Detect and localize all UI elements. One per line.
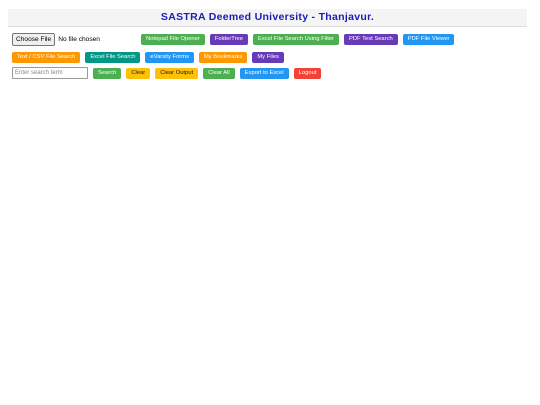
evarsity-forms-button[interactable]: eVarsity Forms <box>145 52 194 63</box>
logout-button[interactable]: Logout <box>293 67 322 79</box>
clear-output-button[interactable]: Clear Output <box>155 67 199 79</box>
toolbar-row-2: Text / CSV File Search Excel File Search… <box>12 52 289 63</box>
excel-filter-search-button[interactable]: Excel File Search Using Filter <box>252 34 339 45</box>
toolbar-row-1: Choose File No file chosen Notepad File … <box>12 33 459 46</box>
text-csv-search-button[interactable]: Text / CSV File Search <box>12 52 81 63</box>
toolbar-row-3: Enter search term Search Clear Clear Out… <box>12 67 326 79</box>
foldertree-button[interactable]: FolderTree <box>209 34 248 45</box>
clear-button[interactable]: Clear <box>126 67 151 79</box>
excel-file-search-button[interactable]: Excel File Search <box>85 52 141 63</box>
export-to-excel-button[interactable]: Export to Excel <box>239 67 289 79</box>
choose-file-button[interactable]: Choose File <box>12 33 56 46</box>
pdf-text-search-button[interactable]: PDF Text Search <box>343 34 398 45</box>
pdf-file-viewer-button[interactable]: PDF File Viewer <box>402 34 455 45</box>
search-button[interactable]: Search <box>93 67 122 79</box>
clear-all-button[interactable]: Clear All <box>203 67 235 79</box>
search-input[interactable]: Enter search term <box>12 67 88 79</box>
notepad-file-opener-button[interactable]: Notepad File Opener <box>140 34 205 45</box>
my-bookmarks-button[interactable]: My Bookmarks <box>198 52 248 63</box>
page-title: SASTRA Deemed University - Thanjavur. <box>8 9 527 27</box>
my-files-button[interactable]: My Files <box>252 52 284 63</box>
page: SASTRA Deemed University - Thanjavur. Ch… <box>0 0 540 405</box>
file-status-text: No file chosen <box>58 36 100 43</box>
